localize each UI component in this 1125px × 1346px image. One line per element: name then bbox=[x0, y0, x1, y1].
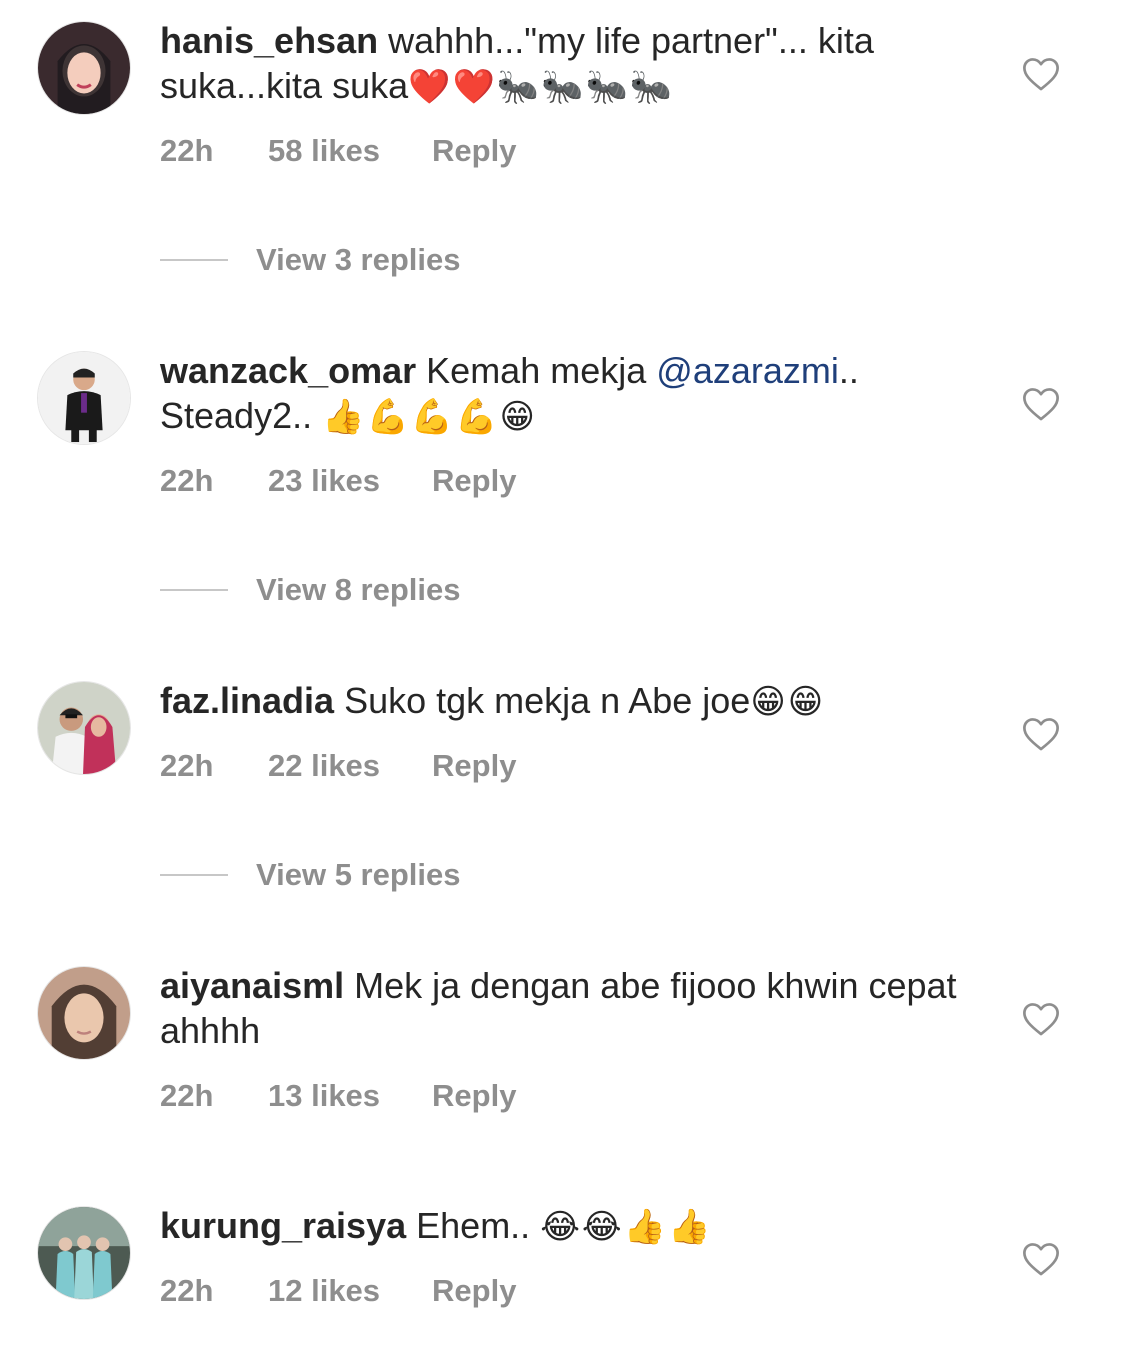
like-button[interactable] bbox=[1022, 386, 1060, 422]
comment-likes[interactable]: 13 likes bbox=[268, 1078, 380, 1114]
replies-divider bbox=[160, 874, 228, 876]
comment-body: wanzack_omar Kemah mekja @azarazmi.. Ste… bbox=[160, 348, 970, 440]
comment-meta: 22h 23 likes Reply bbox=[160, 463, 516, 499]
like-button[interactable] bbox=[1022, 1241, 1060, 1277]
avatar[interactable] bbox=[37, 1206, 131, 1300]
comment-likes[interactable]: 22 likes bbox=[268, 748, 380, 784]
comment-time: 22h bbox=[160, 1273, 214, 1308]
view-replies-label: View 8 replies bbox=[256, 572, 461, 607]
avatar[interactable] bbox=[37, 681, 131, 775]
view-replies-button[interactable]: View 8 replies bbox=[160, 570, 461, 610]
view-replies-label: View 3 replies bbox=[256, 242, 461, 277]
comment-likes[interactable]: 23 likes bbox=[268, 463, 380, 499]
heart-outline-icon bbox=[1023, 718, 1059, 751]
comment-username[interactable]: hanis_ehsan bbox=[160, 20, 378, 61]
comment-emoji: 😂😂👍👍 bbox=[540, 1207, 713, 1247]
comment-body: hanis_ehsan wahhh..."my life partner"...… bbox=[160, 18, 970, 110]
reply-button[interactable]: Reply bbox=[432, 463, 516, 499]
like-button[interactable] bbox=[1022, 716, 1060, 752]
comment-likes[interactable]: 12 likes bbox=[268, 1273, 380, 1309]
comment-time: 22h bbox=[160, 1078, 214, 1113]
comment-emoji: ❤️❤️🐜🐜🐜🐜 bbox=[408, 67, 675, 107]
heart-outline-icon bbox=[1023, 58, 1059, 91]
comment-emoji: 😁😁 bbox=[750, 682, 826, 722]
heart-outline-icon bbox=[1023, 1243, 1059, 1276]
replies-divider bbox=[160, 259, 228, 261]
comment-time: 22h bbox=[160, 463, 214, 498]
heart-outline-icon bbox=[1023, 1003, 1059, 1036]
comment-body: faz.linadia Suko tgk mekja n Abe joe😁😁 bbox=[160, 678, 970, 725]
mention-link[interactable]: @azarazmi bbox=[656, 350, 839, 391]
reply-button[interactable]: Reply bbox=[432, 1078, 516, 1114]
comment-text: Kemah mekja bbox=[426, 350, 647, 391]
view-replies-button[interactable]: View 3 replies bbox=[160, 240, 461, 280]
comment-time: 22h bbox=[160, 133, 214, 168]
reply-button[interactable]: Reply bbox=[432, 133, 516, 169]
like-button[interactable] bbox=[1022, 1001, 1060, 1037]
view-replies-label: View 5 replies bbox=[256, 857, 461, 892]
reply-button[interactable]: Reply bbox=[432, 1273, 516, 1309]
comment-username[interactable]: wanzack_omar bbox=[160, 350, 416, 391]
comment-meta: 22h 58 likes Reply bbox=[160, 133, 516, 169]
avatar[interactable] bbox=[37, 351, 131, 445]
comment-meta: 22h 13 likes Reply bbox=[160, 1078, 516, 1114]
comment-likes[interactable]: 58 likes bbox=[268, 133, 380, 169]
comment-meta: 22h 22 likes Reply bbox=[160, 748, 516, 784]
comment-username[interactable]: faz.linadia bbox=[160, 680, 334, 721]
comment-username[interactable]: kurung_raisya bbox=[160, 1205, 406, 1246]
avatar[interactable] bbox=[37, 966, 131, 1060]
comment-text: Ehem.. bbox=[416, 1205, 531, 1246]
comment-emoji: 👍💪💪💪😁 bbox=[322, 397, 537, 437]
comment-username[interactable]: aiyanaisml bbox=[160, 965, 344, 1006]
replies-divider bbox=[160, 589, 228, 591]
comment-text: Suko tgk mekja n Abe joe bbox=[344, 680, 751, 721]
reply-button[interactable]: Reply bbox=[432, 748, 516, 784]
comment-body: kurung_raisya Ehem.. 😂😂👍👍 bbox=[160, 1203, 970, 1250]
comment-body: aiyanaisml Mek ja dengan abe fijooo khwi… bbox=[160, 963, 970, 1053]
comment-meta: 22h 12 likes Reply bbox=[160, 1273, 516, 1309]
view-replies-button[interactable]: View 5 replies bbox=[160, 855, 461, 895]
comment-time: 22h bbox=[160, 748, 214, 783]
heart-outline-icon bbox=[1023, 388, 1059, 421]
like-button[interactable] bbox=[1022, 56, 1060, 92]
avatar[interactable] bbox=[37, 21, 131, 115]
